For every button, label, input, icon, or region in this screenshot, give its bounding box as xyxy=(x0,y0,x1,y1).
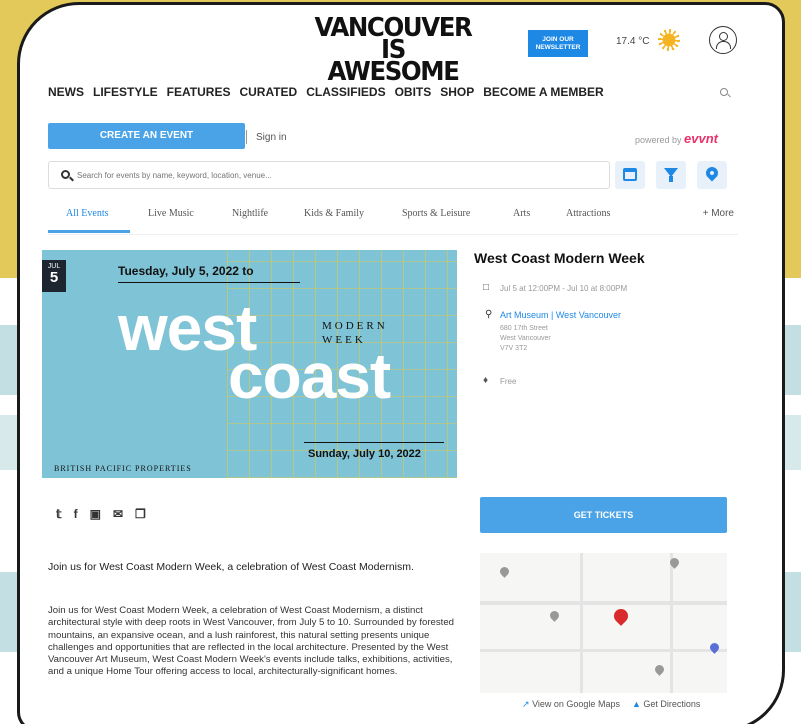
location-pin-icon: ⚲ xyxy=(485,309,493,320)
event-search-input[interactable] xyxy=(77,166,597,184)
google-maps-label: View on Google Maps xyxy=(532,699,620,709)
newsletter-label-1: JOIN OUR xyxy=(542,36,574,43)
venue-link[interactable]: Art Museum | West Vancouver xyxy=(500,310,621,320)
main-nav: NEWS LIFESTYLE FEATURES CURATED CLASSIFI… xyxy=(48,85,604,99)
search-icon[interactable] xyxy=(720,88,728,96)
powered-by: powered by evvnt xyxy=(635,131,718,146)
site-logo[interactable]: VANCOUVER IS AWESOME xyxy=(313,15,473,87)
nav-item-classifieds[interactable]: CLASSIFIEDS xyxy=(306,85,385,99)
event-search-box xyxy=(48,161,610,189)
nav-item-shop[interactable]: SHOP xyxy=(440,85,474,99)
divider xyxy=(304,442,444,443)
facebook-icon[interactable]: f xyxy=(74,507,78,521)
tab-kids-family[interactable]: Kids & Family xyxy=(304,208,364,219)
map-links: ↗ View on Google Maps ▲ Get Directions xyxy=(522,699,700,710)
filter-button[interactable] xyxy=(656,161,686,189)
image-start-date: Tuesday, July 5, 2022 to xyxy=(118,264,254,278)
tab-nightlife[interactable]: Nightlife xyxy=(232,208,268,219)
email-icon[interactable]: ✉ xyxy=(113,507,123,521)
more-categories-button[interactable]: + More xyxy=(703,208,734,219)
nav-item-obits[interactable]: OBITS xyxy=(395,85,432,99)
tab-all-events[interactable]: All Events xyxy=(66,208,109,219)
image-end-date: Sunday, July 10, 2022 xyxy=(308,448,421,460)
external-link-icon: ↗ xyxy=(522,699,530,709)
location-filter-button[interactable] xyxy=(697,161,727,189)
date-day: 5 xyxy=(49,269,59,286)
account-icon[interactable] xyxy=(709,26,737,54)
nav-item-become-member[interactable]: BECOME A MEMBER xyxy=(483,85,603,99)
address-line-1: 680 17th Street xyxy=(500,325,548,332)
sun-icon xyxy=(658,29,680,51)
ticket-icon: ♦ xyxy=(483,375,489,386)
google-maps-link[interactable]: ↗ View on Google Maps xyxy=(522,699,620,710)
newsletter-label-2: NEWSLETTER xyxy=(535,44,581,51)
event-title: West Coast Modern Week xyxy=(474,250,645,266)
calendar-icon: □ xyxy=(483,282,490,293)
location-pin-icon xyxy=(703,164,721,182)
address-line-2: West Vancouver xyxy=(500,335,551,342)
map-poi-pin xyxy=(653,663,666,676)
map-poi-pin xyxy=(548,609,561,622)
event-lead: Join us for West Coast Modern Week, a ce… xyxy=(48,561,414,573)
tab-arts[interactable]: Arts xyxy=(513,208,530,219)
address-line-3: V7V 3T2 xyxy=(500,345,528,352)
logo-line-2: IS AWESOME xyxy=(327,35,459,87)
map-road xyxy=(480,649,727,652)
image-sponsor: BRITISH PACIFIC PROPERTIES xyxy=(54,464,192,473)
browser-window: VANCOUVER IS AWESOME JOIN OUR NEWSLETTER… xyxy=(17,2,785,724)
event-datetime: Jul 5 at 12:00PM - Jul 10 at 8:00PM xyxy=(500,284,628,293)
car-icon: ▲ xyxy=(631,699,641,709)
event-price: Free xyxy=(500,377,517,386)
get-directions-label: Get Directions xyxy=(643,699,701,709)
copy-icon[interactable]: ❐ xyxy=(135,507,146,521)
map-road xyxy=(580,553,583,693)
newsletter-button[interactable]: JOIN OUR NEWSLETTER xyxy=(528,30,588,57)
calendar-icon xyxy=(623,168,637,181)
nav-item-features[interactable]: FEATURES xyxy=(167,85,231,99)
get-directions-link[interactable]: ▲ Get Directions xyxy=(632,699,700,710)
event-description: Join us for West Coast Modern Week, a ce… xyxy=(48,605,454,678)
share-bar: 𝕥 f ▣ ✉ ❐ xyxy=(56,507,146,521)
nav-item-curated[interactable]: CURATED xyxy=(239,85,297,99)
calendar-filter-button[interactable] xyxy=(615,161,645,189)
tab-sports-leisure[interactable]: Sports & Leisure xyxy=(402,208,470,219)
nav-item-news[interactable]: NEWS xyxy=(48,85,84,99)
tab-live-music[interactable]: Live Music xyxy=(148,208,194,219)
weather-temperature: 17.4 °C xyxy=(616,36,650,47)
map-road xyxy=(670,553,673,693)
event-image: JUL 5 Tuesday, July 5, 2022 to west MODE… xyxy=(42,250,457,478)
get-tickets-button[interactable]: GET TICKETS xyxy=(480,497,727,533)
evvnt-logo[interactable]: evvnt xyxy=(684,131,718,146)
date-badge: JUL 5 xyxy=(42,260,66,292)
divider xyxy=(118,282,300,283)
map-poi-pin xyxy=(498,565,511,578)
powered-by-label: powered by xyxy=(635,135,682,145)
image-modern: MODERN xyxy=(322,320,388,332)
twitter-icon[interactable]: 𝕥 xyxy=(56,507,62,521)
tab-attractions[interactable]: Attractions xyxy=(566,208,610,219)
search-icon xyxy=(61,170,70,179)
map-road xyxy=(480,601,727,605)
category-tabs: All Events Live Music Nightlife Kids & F… xyxy=(48,205,738,235)
linkedin-icon[interactable]: ▣ xyxy=(90,507,101,521)
event-map[interactable] xyxy=(480,553,727,693)
nav-item-lifestyle[interactable]: LIFESTYLE xyxy=(93,85,158,99)
image-word-coast: coast xyxy=(228,340,391,412)
map-event-pin xyxy=(611,606,631,626)
active-tab-indicator xyxy=(48,230,130,233)
filter-icon xyxy=(664,168,678,182)
sign-in-link[interactable]: Sign in xyxy=(256,132,287,143)
create-event-button[interactable]: CREATE AN EVENT xyxy=(48,123,245,149)
divider xyxy=(246,130,247,144)
